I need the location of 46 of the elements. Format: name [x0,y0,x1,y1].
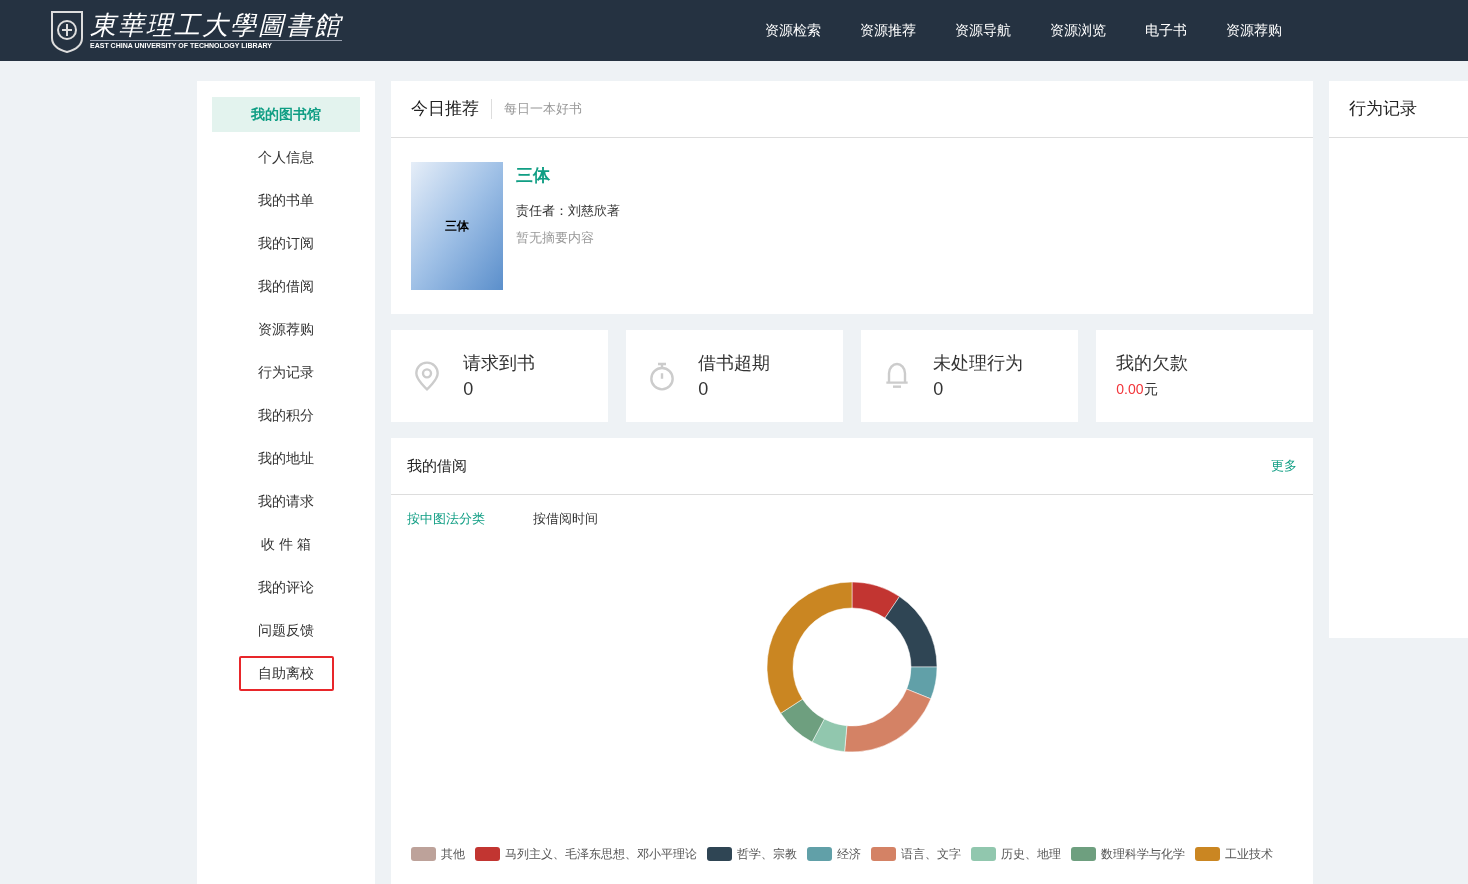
legend-label[interactable]: 语言、文字 [901,844,962,863]
sidebar-item[interactable]: 我的订阅 [212,226,361,261]
sidebar-item[interactable]: 我的地址 [212,441,361,476]
nav-link[interactable]: 电子书 [1145,20,1187,41]
panel-title: 今日推荐 [411,98,480,121]
currency-unit: 元 [1143,380,1158,399]
stat-label: 请求到书 [463,352,536,375]
sidebar-item[interactable]: 资源荐购 [212,312,361,347]
stat-value: 0.00 [1116,380,1144,399]
logo-title: 東華理工大學圖書館 [90,10,342,41]
sidebar-item[interactable]: 行为记录 [212,355,361,390]
nav-link[interactable]: 资源导航 [955,20,1011,41]
nav-link[interactable]: 资源浏览 [1050,20,1106,41]
legend-label[interactable]: 经济 [837,844,862,863]
book-author: 责任者：刘慈欣著 [516,201,621,220]
sidebar-item[interactable]: 我的评论 [212,570,361,605]
legend-label[interactable]: 马列主义、毛泽东思想、邓小平理论 [505,844,698,863]
sidebar-item[interactable]: 我的借阅 [212,269,361,304]
sidebar-item[interactable]: 收 件 箱 [212,527,361,562]
tab[interactable]: 按中图法分类 [407,509,486,529]
stat-value: 0 [698,378,709,401]
stat-label: 借书超期 [698,352,771,375]
nav-link[interactable]: 资源荐购 [1226,20,1282,41]
panel-title: 我的借阅 [407,455,468,476]
legend-label[interactable]: 数理科学与化学 [1101,844,1186,863]
book-cover: 三体 [411,162,504,290]
sidebar-item[interactable]: 我的积分 [212,398,361,433]
legend-label[interactable]: 历史、地理 [1001,844,1062,863]
legend-label[interactable]: 其他 [441,844,466,863]
sidebar-item[interactable]: 自助离校 [238,656,334,691]
nav-link[interactable]: 资源检索 [765,20,821,41]
stat-value: 0 [933,378,944,401]
tab[interactable]: 按借阅时间 [533,509,599,529]
sidebar-item[interactable]: 问题反馈 [212,613,361,648]
stat-value: 0 [463,378,474,401]
more-link[interactable]: 更多 [1271,456,1298,476]
sidebar-item[interactable]: 我的请求 [212,484,361,519]
nav-link[interactable]: 资源推荐 [860,20,916,41]
book-summary: 暂无摘要内容 [516,229,596,247]
sidebar-item[interactable]: 个人信息 [212,140,361,175]
legend-label[interactable]: 工业技术 [1225,844,1274,863]
sidebar-item[interactable]: 我的书单 [212,183,361,218]
stat-label: 未处理行为 [933,352,1024,375]
panel-title: 行为记录 [1349,98,1418,121]
stat-label: 我的欠款 [1116,352,1189,375]
legend-label[interactable]: 哲学、宗教 [737,844,798,863]
